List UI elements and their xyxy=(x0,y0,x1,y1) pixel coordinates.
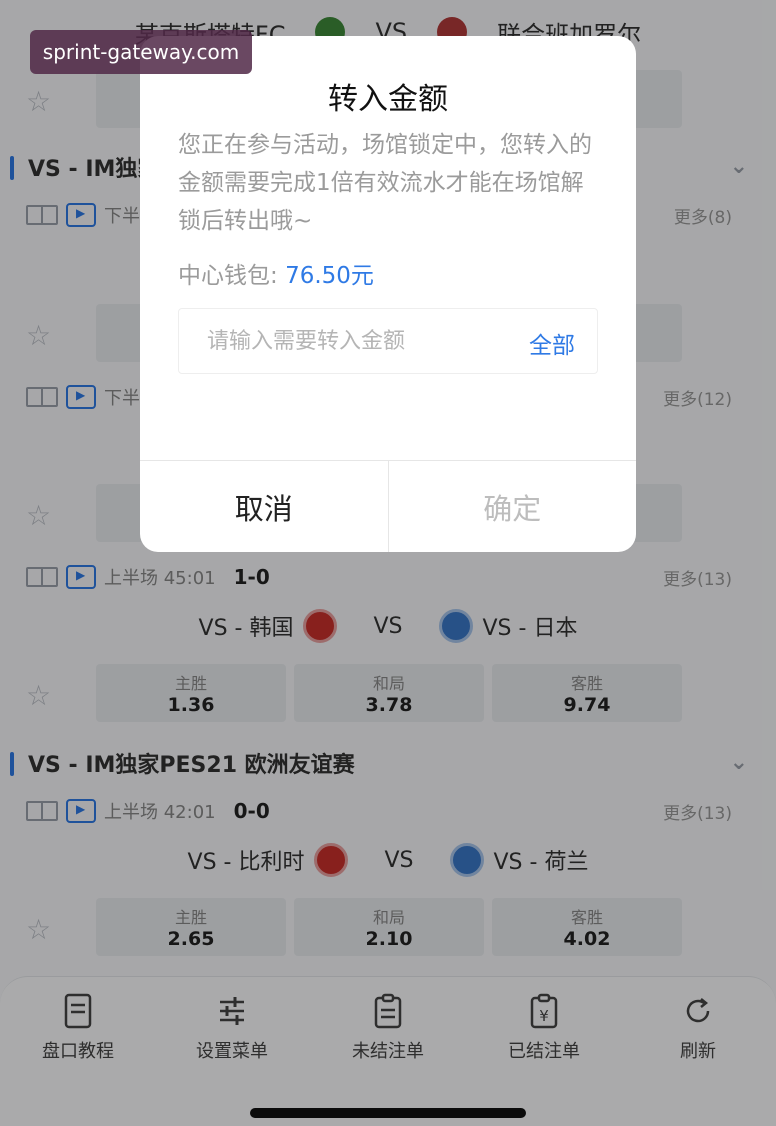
url-watermark: sprint-gateway.com xyxy=(30,30,252,74)
wallet-amount: 76.50元 xyxy=(285,263,374,289)
amount-input[interactable] xyxy=(207,309,507,373)
amount-input-box: 全部 xyxy=(178,308,598,374)
transfer-amount-dialog: 转入金额 您正在参与活动，场馆锁定中，您转入的金额需要完成1倍有效流水才能在场馆… xyxy=(140,36,636,552)
wallet-label: 中心钱包: xyxy=(178,263,278,289)
cancel-button[interactable]: 取消 xyxy=(140,461,389,552)
wallet-balance: 中心钱包: 76.50元 xyxy=(178,256,374,290)
transfer-all-button[interactable]: 全部 xyxy=(529,326,575,360)
dialog-buttons: 取消 确定 xyxy=(140,460,636,552)
confirm-button[interactable]: 确定 xyxy=(389,461,637,552)
dialog-title: 转入金额 xyxy=(328,82,448,117)
dialog-message: 您正在参与活动，场馆锁定中，您转入的金额需要完成1倍有效流水才能在场馆解锁后转出… xyxy=(178,132,592,234)
